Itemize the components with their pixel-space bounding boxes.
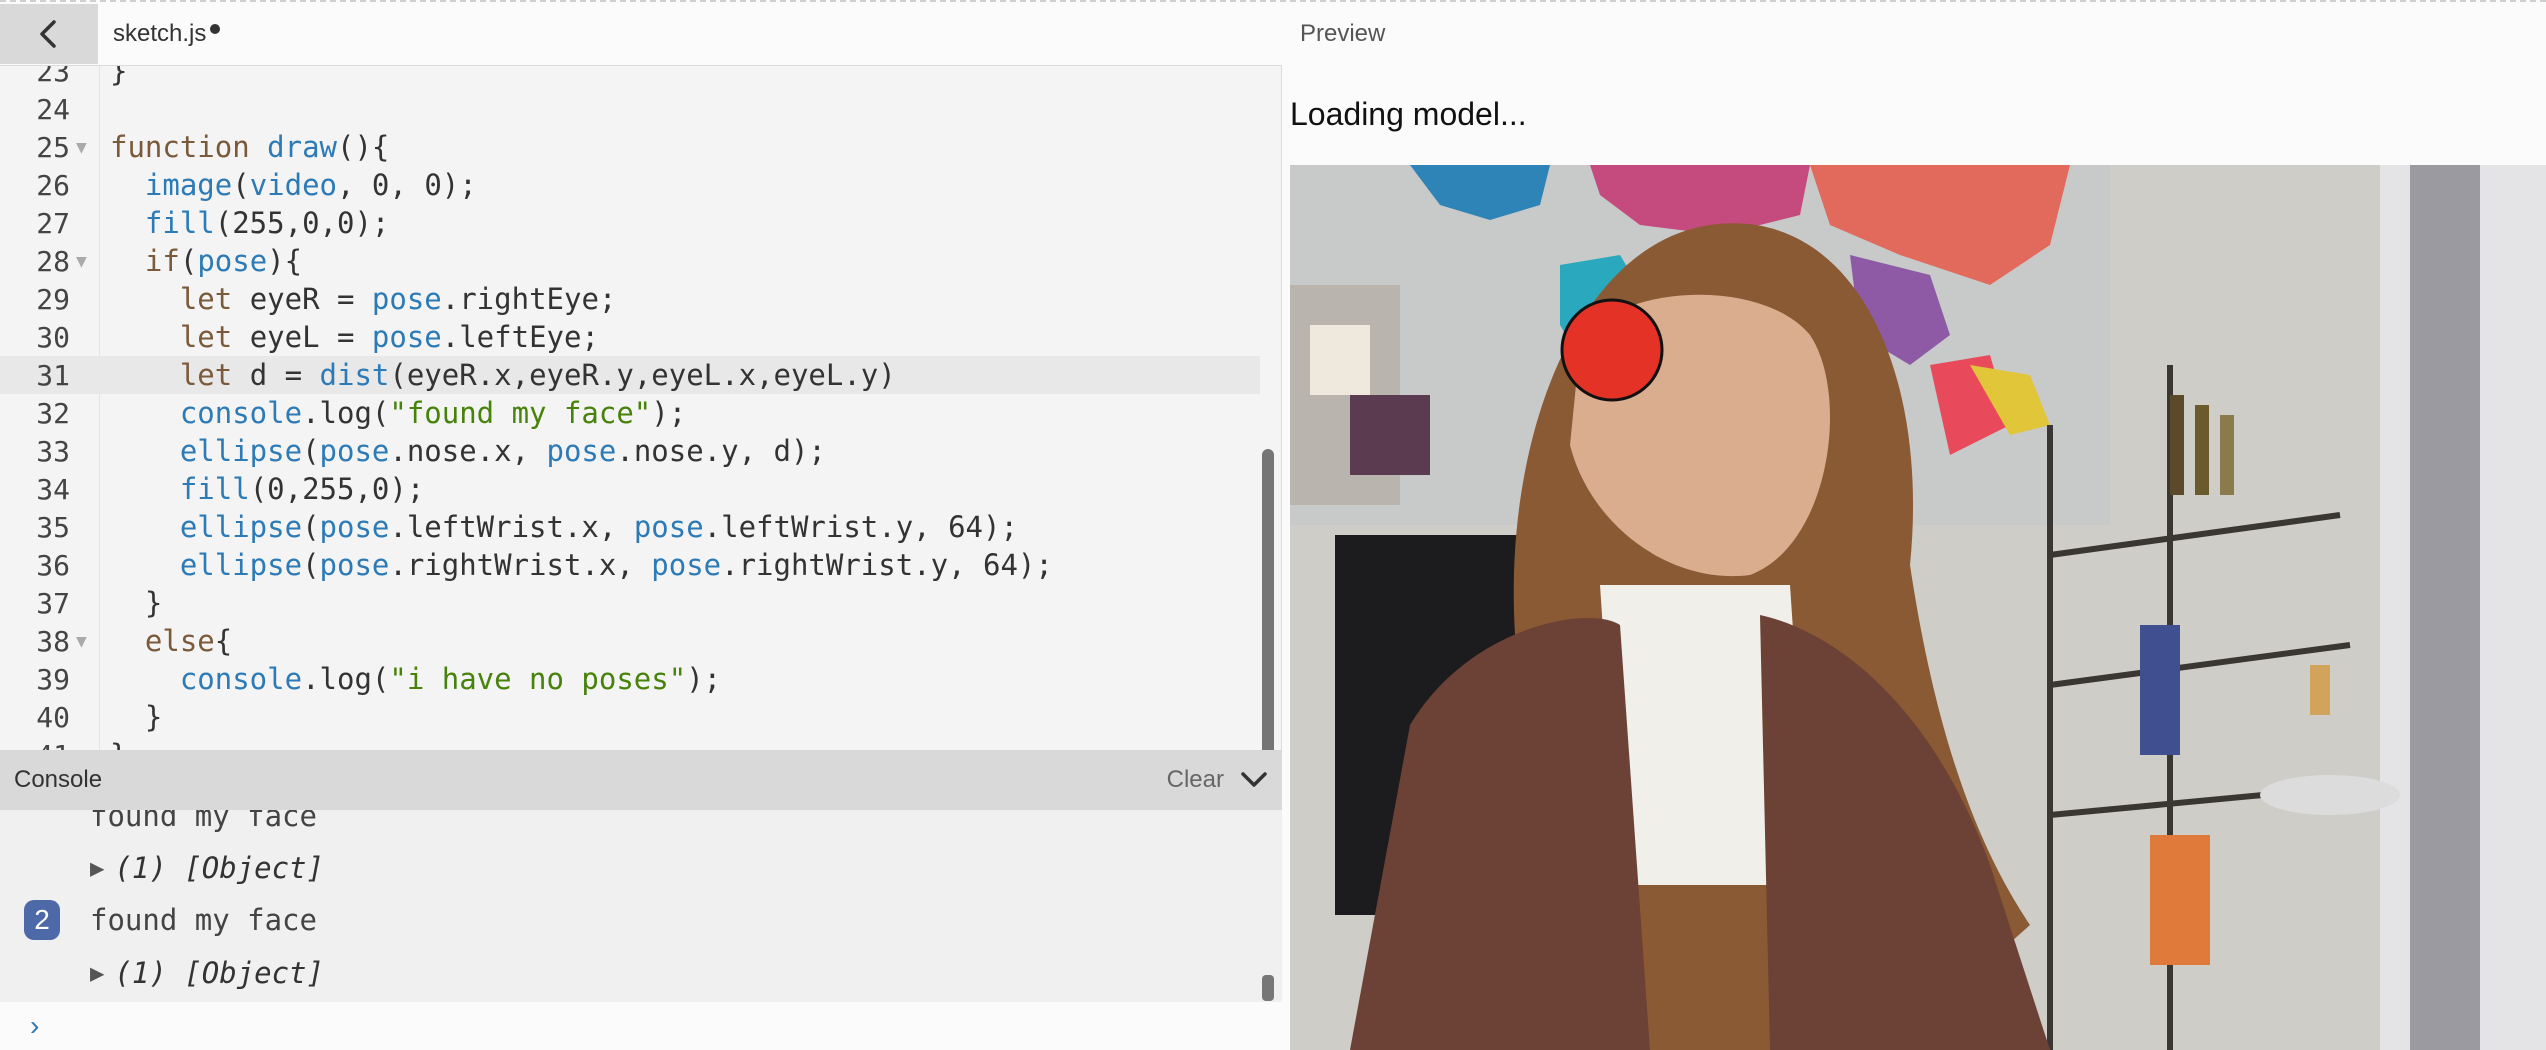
code-text: image(video, 0, 0); <box>144 168 477 202</box>
code-editor[interactable]: 23} 24 25 ▼ function draw(){26 image(video, … <box>0 65 1282 750</box>
code-line[interactable]: 24 <box>0 90 1260 128</box>
file-tab[interactable]: sketch.js <box>113 16 221 52</box>
console-log-line: found my face <box>90 900 317 940</box>
code-line[interactable]: 23} <box>0 65 1260 90</box>
chevron-left-icon <box>40 20 56 48</box>
code-text: fill(255,0,0); <box>144 206 390 240</box>
code-text: console.log("found my face"); <box>179 396 687 430</box>
line-number: 37 <box>36 586 70 620</box>
fold-triangle-icon[interactable]: ▼ <box>72 251 100 272</box>
nose-ellipse <box>1560 298 1664 402</box>
console-object-text: (1) [Object] <box>114 956 324 990</box>
line-number: 38 <box>36 624 70 658</box>
triangle-right-icon[interactable]: ▶ <box>90 854 104 882</box>
code-text: ellipse(pose.nose.x, pose.nose.y, d); <box>179 434 826 468</box>
line-number: 31 <box>36 358 70 392</box>
code-line[interactable]: 34 fill(0,255,0); <box>0 470 1260 508</box>
code-text: ellipse(pose.leftWrist.x, pose.leftWrist… <box>179 510 1018 544</box>
code-line[interactable]: 40 } <box>0 698 1260 736</box>
code-line[interactable]: 31 let d = dist(eyeR.x,eyeR.y,eyeL.x,eye… <box>0 356 1260 394</box>
code-line[interactable]: 41} <box>0 736 1260 750</box>
code-line[interactable]: 25 ▼ function draw(){ <box>0 128 1260 166</box>
line-number: 34 <box>36 472 70 506</box>
code-text: if(pose){ <box>144 244 303 278</box>
code-text: function draw(){ <box>110 130 390 164</box>
chevron-right-icon: › <box>30 1010 40 1041</box>
code-line[interactable]: 38 ▼ else{ <box>0 622 1260 660</box>
code-text: else{ <box>144 624 233 658</box>
console-object-row[interactable]: ▶ (1) [Object] <box>90 953 324 993</box>
code-line[interactable]: 39 console.log("i have no poses"); <box>0 660 1260 698</box>
code-text: fill(0,255,0); <box>179 472 425 506</box>
preview-label: Preview <box>1300 20 1386 47</box>
code-line[interactable]: 35 ellipse(pose.leftWrist.x, pose.leftWr… <box>0 508 1260 546</box>
line-number: 25 <box>36 130 70 164</box>
code-text: let eyeL = pose.leftEye; <box>179 320 599 354</box>
triangle-right-icon[interactable]: ▶ <box>90 959 104 987</box>
line-number: 35 <box>36 510 70 544</box>
line-number: 39 <box>36 662 70 696</box>
file-name: sketch.js <box>113 20 207 47</box>
console-title: Console <box>14 766 103 793</box>
chevron-down-icon[interactable] <box>1240 770 1268 790</box>
code-line[interactable]: 32 console.log("found my face"); <box>0 394 1260 432</box>
console-log-text: found my face <box>90 903 317 937</box>
code-text: let d = dist(eyeR.x,eyeR.y,eyeL.x,eyeL.y… <box>179 358 896 392</box>
line-number: 41 <box>0 739 72 751</box>
code-line[interactable]: 29 let eyeR = pose.rightEye; <box>0 280 1260 318</box>
code-line[interactable]: 33 ellipse(pose.nose.x, pose.nose.y, d); <box>0 432 1260 470</box>
line-number: 23 <box>36 65 70 88</box>
code-text: let eyeR = pose.rightEye; <box>179 282 617 316</box>
sketch-canvas[interactable] <box>1290 165 2546 1050</box>
console-scrollbar[interactable] <box>1262 975 1274 1001</box>
console-log-line: found my face <box>90 810 317 836</box>
line-number: 24 <box>36 92 70 126</box>
loading-status: Loading model... <box>1290 96 1527 132</box>
code-text: ellipse(pose.rightWrist.x, pose.rightWri… <box>179 548 1053 582</box>
line-number: 28 <box>36 244 70 278</box>
console-header: Console Clear <box>0 750 1282 810</box>
fold-triangle-icon[interactable]: ▼ <box>72 137 100 158</box>
line-number: 29 <box>36 282 70 316</box>
code-text: } <box>110 65 128 88</box>
code-line[interactable]: 30 let eyeL = pose.leftEye; <box>0 318 1260 356</box>
console-output: found my face ▶ (1) [Object] 2 found my … <box>0 810 1282 1002</box>
code-text: } <box>100 738 127 750</box>
fold-triangle-icon[interactable]: ▼ <box>72 631 100 652</box>
line-number: 30 <box>36 320 70 354</box>
repeat-count-badge: 2 <box>24 900 60 940</box>
console-input[interactable]: › <box>0 1002 1282 1050</box>
console-object-text: (1) [Object] <box>114 851 324 885</box>
unsaved-dot-icon <box>210 24 221 34</box>
code-line[interactable]: 27 fill(255,0,0); <box>0 204 1260 242</box>
code-line[interactable]: 37 } <box>0 584 1260 622</box>
console-object-row[interactable]: ▶ (1) [Object] <box>90 848 324 888</box>
line-number: 32 <box>36 396 70 430</box>
code-line[interactable]: 36 ellipse(pose.rightWrist.x, pose.right… <box>0 546 1260 584</box>
line-number: 33 <box>36 434 70 468</box>
code-text: console.log("i have no poses"); <box>179 662 722 696</box>
code-line[interactable]: 26 image(video, 0, 0); <box>0 166 1260 204</box>
webcam-video-frame <box>1290 165 2546 1050</box>
back-button[interactable] <box>0 4 98 64</box>
top-border <box>0 0 2546 3</box>
code-line[interactable]: 28 ▼ if(pose){ <box>0 242 1260 280</box>
code-text: } <box>110 586 163 620</box>
console-clear-button[interactable]: Clear <box>1167 766 1224 794</box>
code-lines[interactable]: 23} 24 25 ▼ function draw(){26 image(video, … <box>0 65 1260 750</box>
line-number: 26 <box>36 168 70 202</box>
editor-scrollbar[interactable] <box>1262 449 1274 750</box>
console-actions: Clear <box>1167 766 1268 794</box>
line-number: 40 <box>36 700 70 734</box>
code-text: } <box>110 700 163 734</box>
line-number: 36 <box>36 548 70 582</box>
console-log-text: found my face <box>90 810 317 833</box>
line-number: 27 <box>36 206 70 240</box>
